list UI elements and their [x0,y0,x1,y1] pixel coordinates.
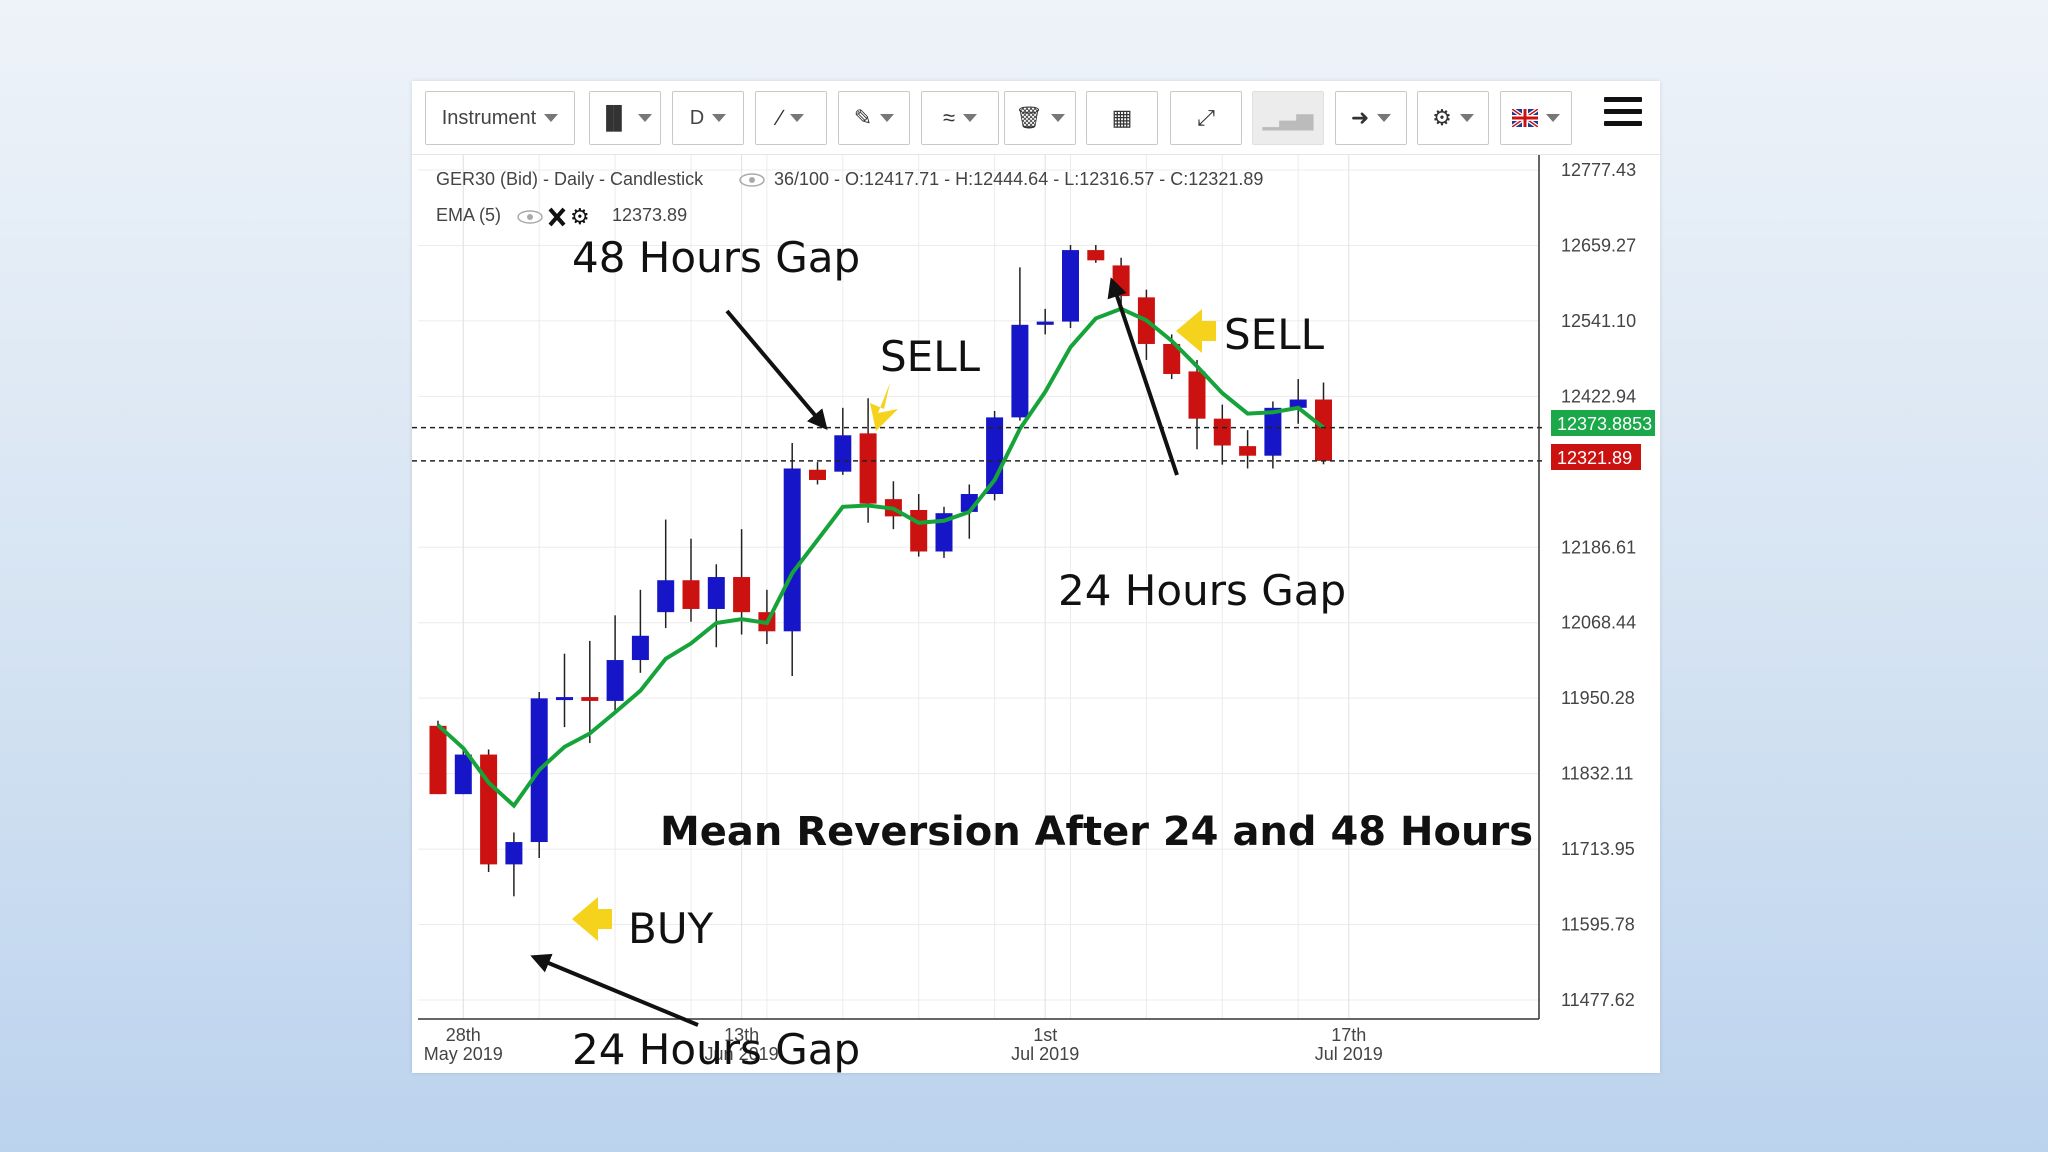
chart-grid [418,155,1539,1019]
ema-visibility-eye-icon[interactable] [517,210,543,224]
candle-body [1213,418,1231,446]
candle [606,615,624,712]
candle [1289,379,1307,424]
candle-body [1188,371,1206,419]
candle [910,494,928,557]
price-tag-last: 12321.89 [1551,444,1641,470]
y-tick-label: 12541.10 [1561,311,1636,331]
reference-lines [412,426,1543,462]
candle [682,538,700,622]
indicator-settings-gear-icon[interactable]: ⚙ [570,205,590,230]
svg-text:12373.8853: 12373.8853 [1557,414,1652,434]
x-tick-month: Jul 2019 [1011,1044,1079,1064]
candle [1239,430,1257,469]
candle-body [1239,446,1257,456]
chart-window: Instrument ▐▌ D ∕ ✎ ≈ 🗑 ▦ ⤢ ▁▃▅ ➜ ⚙ 1277… [412,81,1660,1073]
annotation-48h-gap: 48 Hours Gap [572,233,860,282]
buy-arrow [572,897,612,941]
y-axis-labels: 12777.43 12659.27 12541.10 12422.94 12186.61… [1561,160,1636,1010]
visibility-eye-icon[interactable] [739,173,765,187]
candle-body [1011,324,1029,418]
candle-body [1315,399,1332,461]
candle [1062,244,1079,328]
candle-body [1062,250,1079,322]
candle-body [834,435,852,472]
candle-body [783,468,801,632]
candle [657,519,675,629]
remove-indicator-icon[interactable] [548,207,566,227]
y-tick-label: 12659.27 [1561,235,1636,255]
candle-body [910,509,928,552]
candle [505,832,523,897]
price-tag-ema: 12373.8853 [1551,410,1655,436]
candle [935,506,953,558]
annotation-24h-gap-bottom: 24 Hours Gap [572,1025,860,1073]
sell-arrow-2 [1176,309,1216,353]
candle-body [859,433,877,504]
candle [809,462,826,485]
annotation-sell-2: SELL [1224,310,1325,359]
candle-body [505,842,523,865]
y-tick-label: 12422.94 [1561,386,1636,406]
instrument-info: GER30 (Bid) - Daily - Candlestick [436,169,704,189]
x-tick-month: May 2019 [424,1044,503,1064]
candlestick-chart[interactable]: 12777.43 12659.27 12541.10 12422.94 12186.61… [412,81,1660,1073]
candle [1087,244,1105,263]
candle-body [480,754,498,865]
x-tick-day: 1st [1033,1025,1057,1045]
arrow-24h-gap-bottom [530,953,699,1027]
annotation-buy: BUY [628,904,714,953]
candle [783,442,801,677]
candle [556,653,573,728]
candle-body [556,697,573,701]
candle [884,481,902,530]
candle [1036,308,1054,335]
candle [834,407,852,475]
x-tick-day: 17th [1331,1025,1366,1045]
candle [1213,404,1231,465]
svg-text:12321.89: 12321.89 [1557,448,1632,468]
y-tick-label: 11832.11 [1561,764,1633,784]
y-tick-label: 11477.62 [1561,990,1635,1010]
candle [1112,257,1130,309]
candle [707,564,725,648]
annotation-24h-gap-top: 24 Hours Gap [1058,566,1346,615]
y-tick-label: 12777.43 [1561,160,1636,180]
candle-body [733,577,751,613]
candle [758,589,776,645]
candle-body [809,469,826,480]
y-tick-label: 12186.61 [1561,537,1636,557]
annotation-sell-1: SELL [880,332,981,381]
candle-body [707,577,725,609]
y-tick-label: 11950.28 [1561,688,1635,708]
chart-annotation-title: Mean Reversion After 24 and 48 Hours [660,809,1533,855]
candle [480,749,498,873]
x-tick-day: 28th [446,1025,481,1045]
candle-body [606,660,624,701]
ema-label: EMA (5) [436,205,501,225]
candle-body [581,697,599,701]
candle [1011,267,1029,421]
y-tick-label: 11713.95 [1561,839,1635,859]
ohlc-info: 36/100 - O:12417.71 - H:12444.64 - L:123… [774,169,1263,189]
x-axis-labels: 28thMay 201913thJun 20191stJul 201917thJ… [424,1025,1383,1064]
sell-arrow-1 [870,383,898,431]
candle-body [682,580,700,609]
candle-body [631,635,649,661]
candle-body [1264,407,1282,456]
x-tick-month: Jul 2019 [1315,1044,1383,1064]
y-tick-label: 11595.78 [1561,915,1635,935]
candle-body [454,754,472,795]
candle-body [429,725,447,795]
candle [631,589,649,673]
candle-body [657,580,675,613]
candle-body [1036,321,1054,325]
candle-body [1087,250,1105,261]
ema-value: 12373.89 [612,205,687,225]
y-tick-label: 12068.44 [1561,613,1636,633]
